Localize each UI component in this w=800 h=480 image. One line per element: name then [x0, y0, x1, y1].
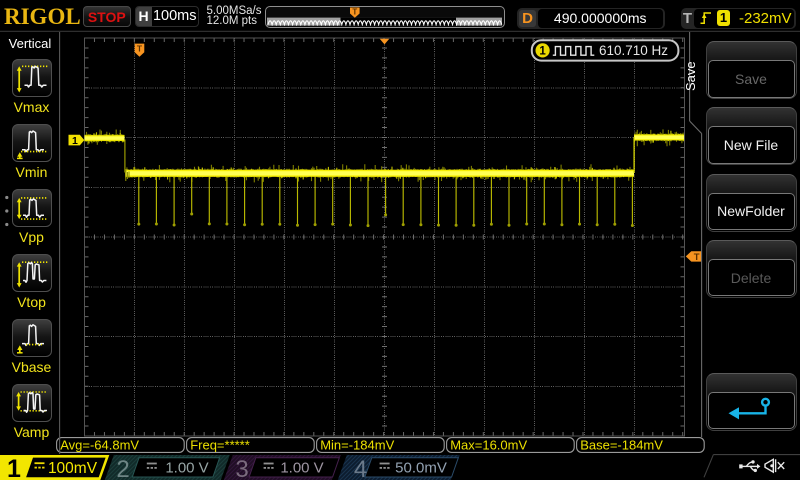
svg-text:T: T — [137, 43, 143, 53]
svg-text:3: 3 — [235, 456, 248, 480]
svg-text:1.00 V: 1.00 V — [280, 460, 323, 477]
svg-text:Min=-184mV: Min=-184mV — [320, 438, 394, 453]
svg-text:T: T — [694, 252, 700, 263]
svg-text:Avg=-64.8mV: Avg=-64.8mV — [60, 438, 139, 453]
svg-text:1.00 V: 1.00 V — [165, 460, 208, 477]
svg-text:50.0mV: 50.0mV — [395, 460, 447, 477]
svg-text:Freq=*****: Freq=***** — [190, 438, 250, 453]
svg-text:Max=16.0mV: Max=16.0mV — [450, 438, 527, 453]
svg-text:1: 1 — [72, 135, 78, 147]
svg-text:2: 2 — [116, 456, 129, 480]
svg-text:4: 4 — [354, 456, 367, 480]
svg-text:1: 1 — [539, 45, 546, 57]
svg-text:610.710 Hz: 610.710 Hz — [599, 43, 668, 58]
svg-text:Base=-184mV: Base=-184mV — [580, 438, 663, 453]
svg-text:T: T — [352, 8, 357, 17]
svg-text:100mV: 100mV — [48, 460, 98, 477]
svg-text:1: 1 — [7, 455, 21, 480]
